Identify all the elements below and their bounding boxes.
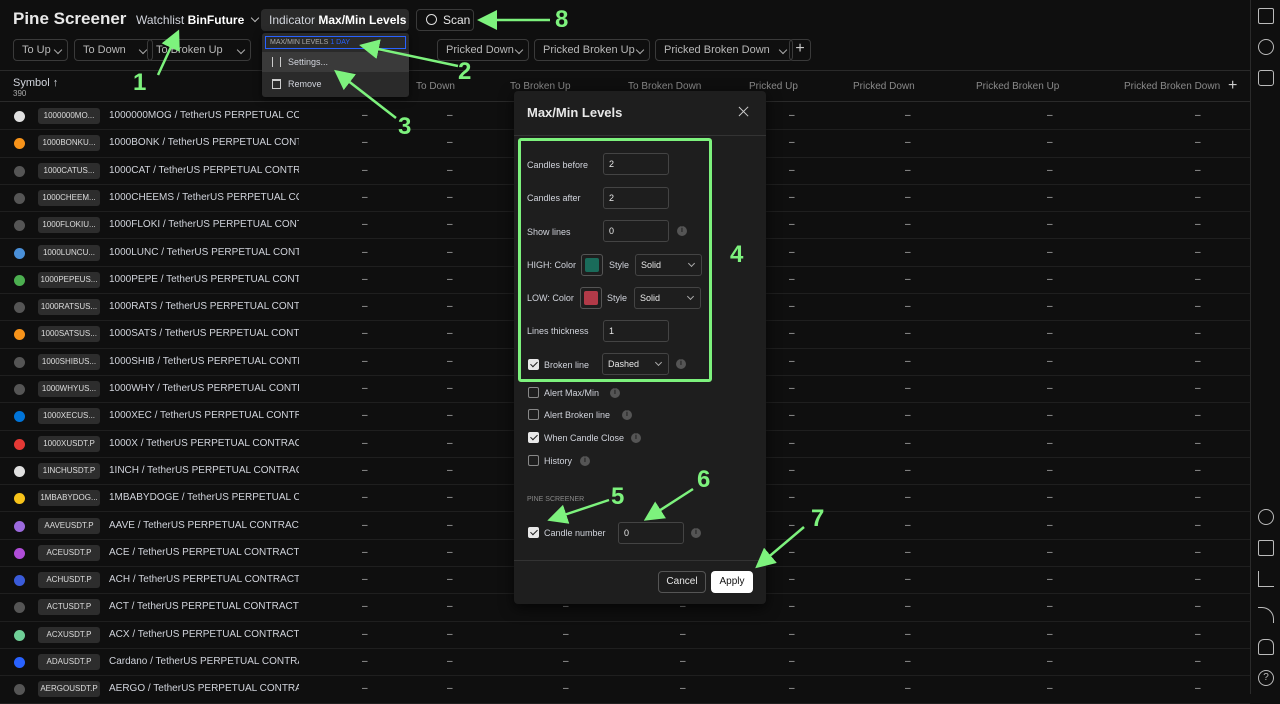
annotation-arrows (156, 10, 805, 569)
annotation-arrow (334, 69, 397, 119)
annotation-arrow (359, 39, 459, 68)
annotation-arrow (547, 498, 610, 524)
annotation-arrow (643, 487, 694, 521)
annotation-arrow (755, 526, 805, 569)
annotation-arrow (156, 29, 180, 76)
